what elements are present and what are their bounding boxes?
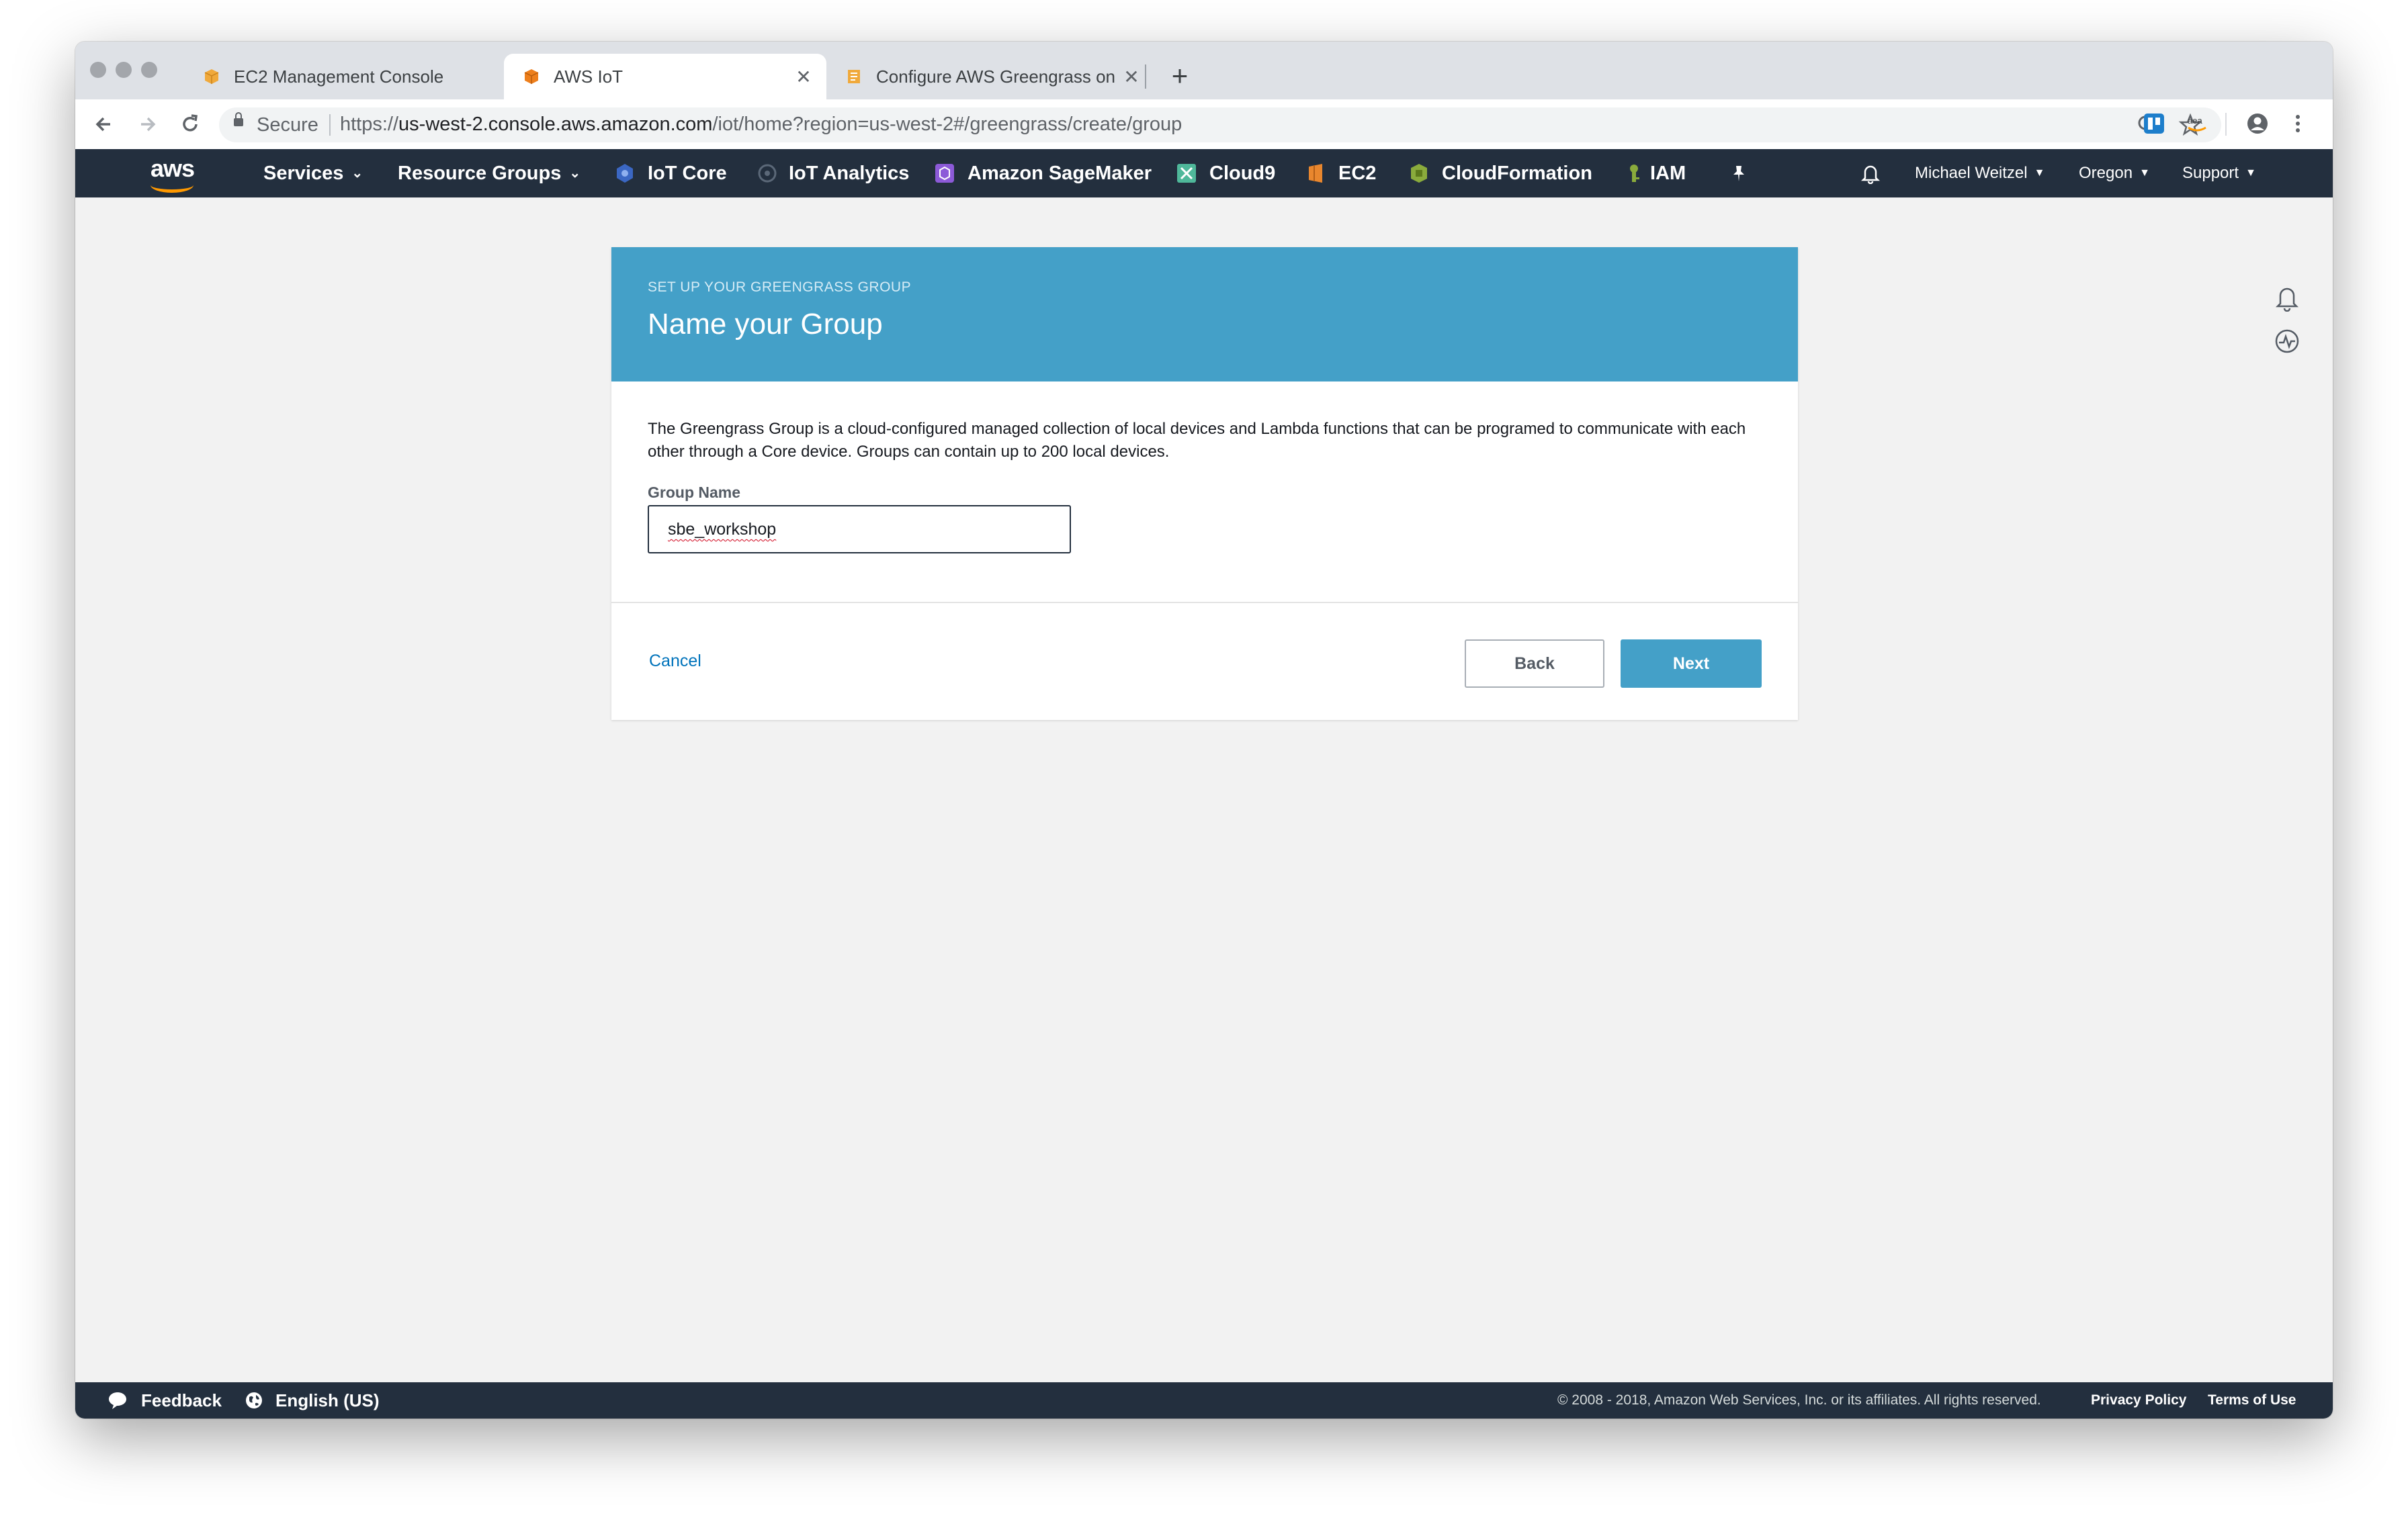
- toolbar-divider: [2225, 113, 2227, 136]
- terms-of-use-link[interactable]: Terms of Use: [2208, 1382, 2296, 1419]
- group-name-label: Group Name: [648, 484, 741, 501]
- feedback-link[interactable]: Feedback: [141, 1382, 222, 1419]
- aws-cube-icon: [204, 69, 219, 84]
- next-button[interactable]: Next: [1621, 639, 1762, 688]
- account-menu[interactable]: Michael Weitzel ▼: [1915, 149, 2045, 197]
- cloud9-icon: [1177, 164, 1196, 183]
- reload-icon[interactable]: [173, 107, 207, 141]
- resource-groups-label: Resource Groups: [398, 163, 562, 184]
- window-minimize-button[interactable]: [116, 62, 132, 78]
- address-bar[interactable]: Secure https://us-west-2.console.aws.ama…: [219, 107, 2221, 142]
- tab-title: EC2 Management Console: [234, 66, 444, 87]
- tab-strip: EC2 Management Console ✕ AWS IoT ✕ Confi…: [75, 42, 2333, 99]
- group-name-input[interactable]: sbe_workshop: [648, 505, 1071, 553]
- tab-title: Configure AWS Greengrass on: [876, 66, 1115, 87]
- main-content: SET UP YOUR GREENGRASS GROUP Name your G…: [75, 197, 2333, 1382]
- caret-down-icon: ▼: [2034, 167, 2045, 179]
- forward-arrow-icon[interactable]: [130, 107, 164, 141]
- shortcut-iot-core[interactable]: IoT Core: [648, 149, 727, 197]
- secure-label: Secure: [257, 114, 318, 136]
- support-menu[interactable]: Support ▼: [2182, 149, 2256, 197]
- services-menu[interactable]: Services ⌄: [263, 149, 363, 197]
- aws-docs-icon: [848, 70, 860, 83]
- svg-text:aea: aea: [2188, 116, 2202, 126]
- cancel-link[interactable]: Cancel: [649, 652, 701, 671]
- privacy-policy-link[interactable]: Privacy Policy: [2091, 1382, 2186, 1419]
- menu-kebab-icon[interactable]: [2286, 111, 2310, 136]
- url-host: us-west-2.console.aws.amazon.com: [398, 114, 713, 135]
- tab-separator: [1145, 64, 1146, 89]
- back-arrow-icon[interactable]: [87, 107, 121, 141]
- activity-pulse-icon[interactable]: [2272, 326, 2302, 356]
- copyright-text: © 2008 - 2018, Amazon Web Services, Inc.…: [1557, 1392, 2041, 1408]
- shortcut-iam[interactable]: IAM: [1650, 149, 1686, 197]
- cloudformation-icon: [1411, 164, 1427, 183]
- language-selector[interactable]: English (US): [275, 1382, 380, 1419]
- lock-icon: [234, 112, 243, 126]
- extension-trello-icon[interactable]: [2142, 111, 2166, 136]
- shortcut-cloud9[interactable]: Cloud9: [1209, 149, 1275, 197]
- tab-configure-greengrass[interactable]: Configure AWS Greengrass on ✕: [826, 54, 1154, 99]
- ec2-icon: [1309, 164, 1322, 183]
- chevron-down-icon: ⌄: [569, 166, 581, 181]
- new-tab-button[interactable]: +: [1160, 56, 1200, 97]
- group-description: The Greengrass Group is a cloud-configur…: [648, 420, 1746, 461]
- iot-core-icon: [617, 164, 633, 183]
- url-text[interactable]: https://us-west-2.console.aws.amazon.com…: [340, 114, 1182, 136]
- aws-cube-icon: [524, 69, 539, 84]
- close-icon[interactable]: ✕: [790, 66, 817, 88]
- back-button[interactable]: Back: [1465, 639, 1604, 688]
- tab-aws-iot[interactable]: AWS IoT ✕: [504, 54, 826, 99]
- chevron-down-icon: ⌄: [351, 166, 363, 181]
- region-name: Oregon: [2079, 164, 2133, 182]
- iam-icon: [1630, 165, 1639, 182]
- feedback-speech-bubble-icon: [109, 1392, 126, 1409]
- iot-analytics-icon: [758, 164, 777, 183]
- tab-title: AWS IoT: [554, 66, 624, 87]
- aws-console-nav: aws Services ⌄ Resource Groups ⌄ IoT Core …: [75, 149, 2333, 197]
- aws-smile-icon: [150, 177, 194, 193]
- account-name: Michael Weitzel: [1915, 164, 2028, 182]
- console-footer: Feedback English (US) © 2008 - 2018, Ama…: [75, 1382, 2333, 1419]
- card-header: SET UP YOUR GREENGRASS GROUP Name your G…: [611, 247, 1798, 382]
- notifications-bell-icon[interactable]: [1860, 163, 1881, 184]
- url-scheme: https://: [340, 114, 399, 135]
- caret-down-icon: ▼: [2139, 167, 2150, 179]
- url-path: /iot/home?region=us-west-2#/greengrass/c…: [712, 114, 1182, 135]
- sagemaker-icon: [935, 164, 954, 183]
- close-icon[interactable]: ✕: [1118, 66, 1145, 88]
- notifications-bell-icon[interactable]: [2272, 282, 2302, 312]
- shortcut-ec2[interactable]: EC2: [1338, 149, 1376, 197]
- shortcut-cloudformation[interactable]: CloudFormation: [1442, 149, 1592, 197]
- shortcut-sagemaker[interactable]: Amazon SageMaker: [968, 149, 1152, 197]
- extension-amazon-assistant-icon[interactable]: aea: [2185, 111, 2209, 136]
- region-menu[interactable]: Oregon ▼: [2079, 149, 2150, 197]
- support-label: Support: [2182, 164, 2239, 182]
- wizard-step-eyebrow: SET UP YOUR GREENGRASS GROUP: [648, 279, 912, 295]
- resource-groups-menu[interactable]: Resource Groups ⌄: [398, 149, 580, 197]
- caret-down-icon: ▼: [2245, 167, 2256, 179]
- profile-avatar-icon[interactable]: [2245, 111, 2270, 136]
- window-close-button[interactable]: [90, 62, 106, 78]
- omnibox-divider: [329, 114, 331, 136]
- services-label: Services: [263, 163, 344, 184]
- window-zoom-button[interactable]: [141, 62, 157, 78]
- browser-window: EC2 Management Console ✕ AWS IoT ✕ Confi…: [75, 42, 2333, 1419]
- create-group-card: SET UP YOUR GREENGRASS GROUP Name your G…: [611, 247, 1798, 720]
- group-name-value: sbe_workshop: [668, 520, 777, 539]
- card-divider: [611, 602, 1798, 603]
- pin-icon[interactable]: [1729, 164, 1748, 183]
- page-title: Name your Group: [648, 308, 883, 341]
- globe-icon: [246, 1392, 262, 1408]
- browser-toolbar: Secure https://us-west-2.console.aws.ama…: [75, 99, 2333, 150]
- aws-logo[interactable]: aws: [148, 154, 202, 193]
- shortcut-iot-analytics[interactable]: IoT Analytics: [789, 149, 909, 197]
